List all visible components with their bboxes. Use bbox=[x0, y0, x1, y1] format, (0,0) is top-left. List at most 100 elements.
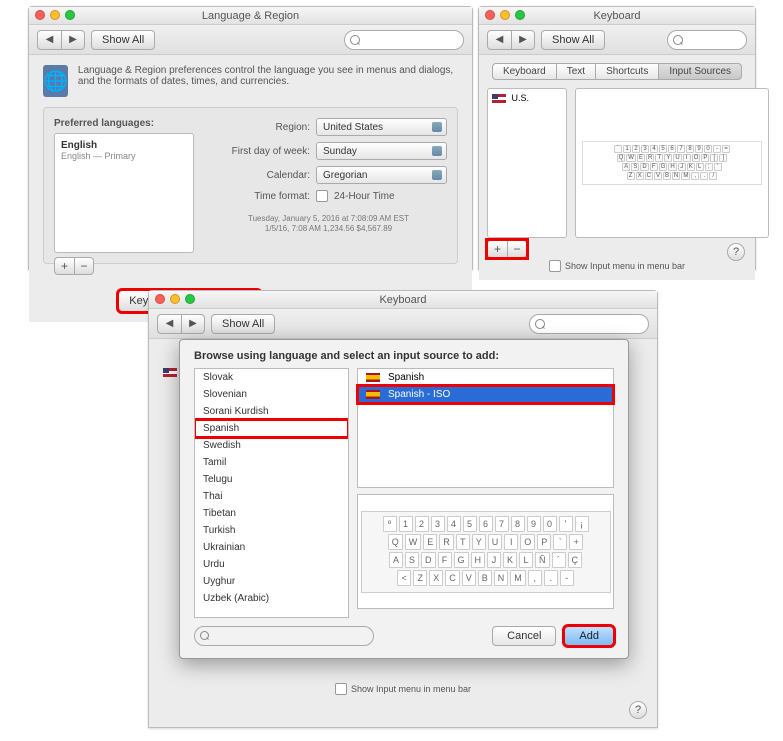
input-source-options[interactable]: SpanishSpanish - ISO bbox=[357, 368, 614, 488]
forward-button[interactable]: ▶ bbox=[61, 30, 85, 50]
zoom-icon[interactable] bbox=[515, 10, 525, 20]
show-all-button[interactable]: Show All bbox=[541, 30, 605, 50]
help-button[interactable]: ? bbox=[727, 243, 745, 261]
add-language-button[interactable]: + bbox=[54, 257, 74, 275]
keyboard-key: 3 bbox=[641, 145, 649, 153]
titlebar[interactable]: Language & Region bbox=[29, 7, 472, 25]
keyboard-key: ¡ bbox=[575, 516, 589, 532]
list-item[interactable]: Uzbek (Arabic) bbox=[195, 590, 348, 607]
firstday-select[interactable]: Sunday bbox=[316, 142, 447, 160]
keyboard-key: B bbox=[663, 172, 671, 180]
list-item[interactable]: Tamil bbox=[195, 454, 348, 471]
keyboard-key: / bbox=[709, 172, 717, 180]
list-item[interactable]: Telugu bbox=[195, 471, 348, 488]
tab-input-sources[interactable]: Input Sources bbox=[659, 63, 742, 80]
toolbar: ◀ ▶ Show All bbox=[29, 25, 472, 55]
keyboard-key: + bbox=[569, 534, 583, 550]
keyboard-key: M bbox=[681, 172, 690, 180]
24hour-checkbox[interactable] bbox=[316, 190, 328, 202]
search-input[interactable] bbox=[529, 314, 649, 334]
minimize-icon[interactable] bbox=[500, 10, 510, 20]
keyboard-key: 5 bbox=[463, 516, 477, 532]
keyboard-key: . bbox=[544, 570, 558, 586]
back-button[interactable]: ◀ bbox=[157, 314, 181, 334]
tab-shortcuts[interactable]: Shortcuts bbox=[596, 63, 659, 80]
close-icon[interactable] bbox=[485, 10, 495, 20]
keyboard-key: T bbox=[456, 534, 470, 550]
keyboard-key: K bbox=[503, 552, 517, 568]
preferred-languages-list[interactable]: English English — Primary bbox=[54, 133, 194, 253]
input-source-list[interactable]: U.S. bbox=[487, 88, 567, 238]
keyboard-key: 0 bbox=[704, 145, 712, 153]
list-item[interactable]: Spanish - ISO bbox=[358, 386, 613, 403]
zoom-icon[interactable] bbox=[185, 294, 195, 304]
list-item[interactable]: U.S. bbox=[492, 93, 562, 103]
back-button[interactable]: ◀ bbox=[37, 30, 61, 50]
close-icon[interactable] bbox=[35, 10, 45, 20]
traffic-lights[interactable] bbox=[485, 10, 525, 20]
keyboard-key: ] bbox=[719, 154, 727, 162]
keyboard-key: C bbox=[445, 570, 460, 586]
keyboard-window: Keyboard ◀ ▶ Show All Keyboard Text Shor… bbox=[478, 6, 756, 270]
show-input-menu-checkbox[interactable] bbox=[549, 260, 561, 272]
back-button[interactable]: ◀ bbox=[487, 30, 511, 50]
minimize-icon[interactable] bbox=[50, 10, 60, 20]
forward-button[interactable]: ▶ bbox=[511, 30, 535, 50]
remove-language-button[interactable]: − bbox=[74, 257, 94, 275]
keyboard-key: H bbox=[668, 163, 676, 171]
list-item[interactable]: Uyghur bbox=[195, 573, 348, 590]
list-item[interactable]: Tibetan bbox=[195, 505, 348, 522]
dialog-search[interactable] bbox=[194, 626, 374, 646]
add-source-button[interactable]: + bbox=[487, 240, 507, 258]
keyboard-key: 1 bbox=[623, 145, 631, 153]
keyboard-key: 7 bbox=[677, 145, 685, 153]
show-input-menu-checkbox[interactable] bbox=[335, 683, 347, 695]
show-input-menu-label: Show Input menu in menu bar bbox=[351, 684, 471, 694]
show-all-button[interactable]: Show All bbox=[91, 30, 155, 50]
list-item[interactable]: Ukrainian bbox=[195, 539, 348, 556]
globe-icon: 🌐 bbox=[43, 65, 68, 97]
remove-source-button[interactable]: − bbox=[507, 240, 527, 258]
keyboard-key: ` bbox=[614, 145, 622, 153]
window-title: Language & Region bbox=[202, 10, 299, 22]
keyboard-key: Q bbox=[617, 154, 626, 162]
list-item[interactable]: Slovak bbox=[195, 369, 348, 386]
list-item[interactable]: Swedish bbox=[195, 437, 348, 454]
keyboard-key: N bbox=[494, 570, 509, 586]
nav-back-forward: ◀ ▶ bbox=[37, 30, 85, 50]
forward-button[interactable]: ▶ bbox=[181, 314, 205, 334]
minimize-icon[interactable] bbox=[170, 294, 180, 304]
list-item[interactable]: Spanish bbox=[358, 369, 613, 386]
region-select[interactable]: United States bbox=[316, 118, 447, 136]
titlebar[interactable]: Keyboard bbox=[479, 7, 755, 25]
window-title: Keyboard bbox=[593, 10, 640, 22]
list-item[interactable]: Sorani Kurdish bbox=[195, 403, 348, 420]
keyboard-key: Q bbox=[388, 534, 403, 550]
toolbar: ◀ ▶ Show All bbox=[479, 25, 755, 55]
keyboard-key: E bbox=[637, 154, 645, 162]
add-button[interactable]: Add bbox=[564, 626, 614, 646]
timeformat-value: 24-Hour Time bbox=[334, 191, 395, 202]
search-input[interactable] bbox=[667, 30, 747, 50]
traffic-lights[interactable] bbox=[155, 294, 195, 304]
zoom-icon[interactable] bbox=[65, 10, 75, 20]
list-item[interactable]: Thai bbox=[195, 488, 348, 505]
keyboard-key: U bbox=[488, 534, 503, 550]
calendar-select[interactable]: Gregorian bbox=[316, 166, 447, 184]
list-item[interactable]: Slovenian bbox=[195, 386, 348, 403]
show-all-button[interactable]: Show All bbox=[211, 314, 275, 334]
tab-text[interactable]: Text bbox=[557, 63, 596, 80]
list-item[interactable]: Spanish bbox=[195, 420, 348, 437]
traffic-lights[interactable] bbox=[35, 10, 75, 20]
list-item[interactable]: Urdu bbox=[195, 556, 348, 573]
es-flag-icon bbox=[366, 373, 380, 382]
dialog-search-input[interactable] bbox=[195, 627, 373, 645]
search-input[interactable] bbox=[344, 30, 464, 50]
language-list[interactable]: SlovakSlovenianSorani KurdishSpanishSwed… bbox=[194, 368, 349, 618]
help-button[interactable]: ? bbox=[629, 701, 647, 719]
tab-keyboard[interactable]: Keyboard bbox=[492, 63, 557, 80]
list-item[interactable]: Turkish bbox=[195, 522, 348, 539]
close-icon[interactable] bbox=[155, 294, 165, 304]
titlebar[interactable]: Keyboard bbox=[149, 291, 657, 309]
cancel-button[interactable]: Cancel bbox=[492, 626, 556, 646]
